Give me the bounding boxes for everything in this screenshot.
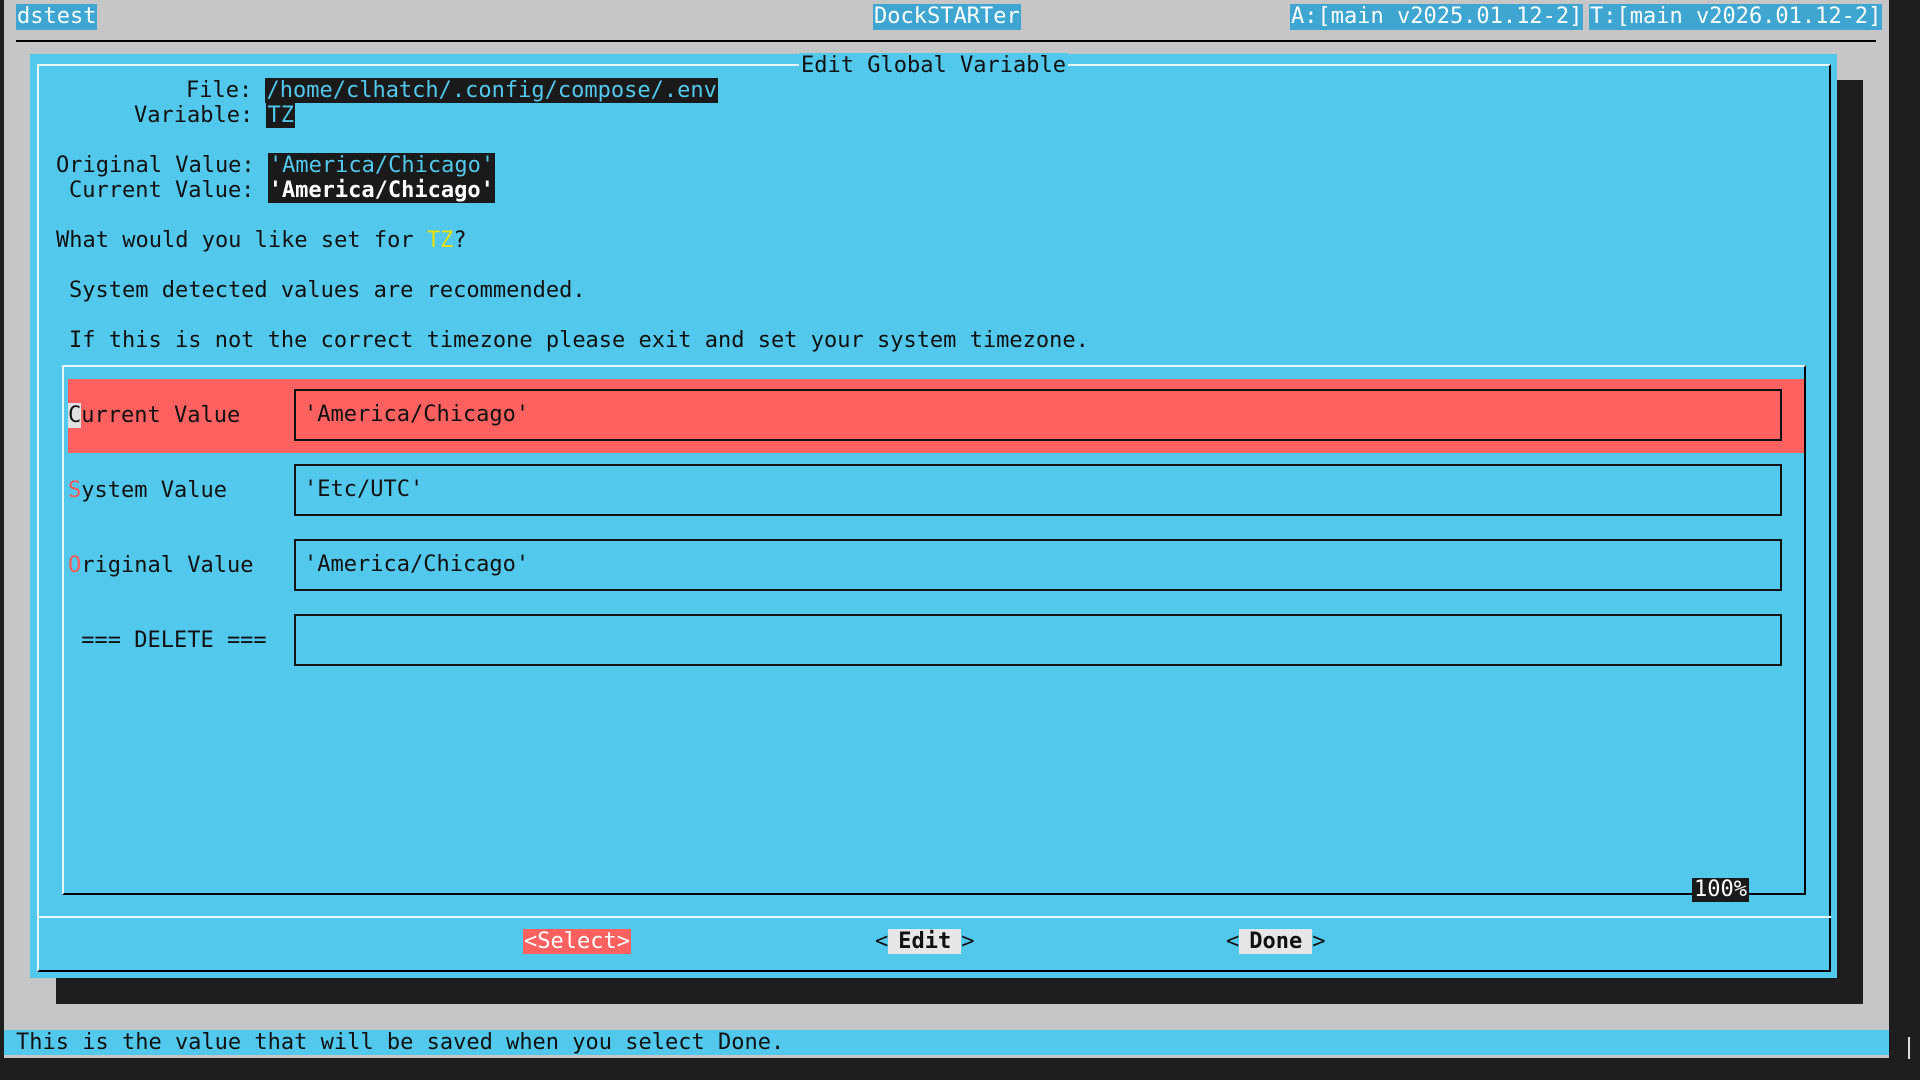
- menu-item-system-value[interactable]: System Value 'Etc/UTC': [68, 454, 1804, 528]
- edit-bracket-right: >: [961, 929, 975, 954]
- menu-item-current-value[interactable]: Current Value 'America/Chicago': [68, 379, 1804, 453]
- original-value-row: Original Value: 'America/Chicago': [56, 153, 496, 178]
- terminal-cursor: [1908, 1037, 1910, 1059]
- select-button-label: <Select>: [523, 929, 631, 954]
- menu-item-hotkey: O: [68, 553, 82, 578]
- menu-item-delete[interactable]: === DELETE ===: [68, 604, 1804, 678]
- variable-row: Variable: TZ: [134, 103, 295, 128]
- menu-item-label: === DELETE ===: [68, 628, 267, 654]
- original-value-label: Original Value:: [56, 153, 255, 178]
- scroll-percent-indicator: 100%: [1692, 877, 1749, 902]
- menu-item-label-text: urrent Value: [81, 403, 241, 428]
- current-value-row: Current Value: 'America/Chicago': [69, 178, 495, 203]
- menu-item-value-field[interactable]: [294, 614, 1782, 666]
- hostname-label: dstest: [16, 4, 98, 30]
- variable-label: Variable:: [134, 103, 254, 128]
- template-version-badge: T:[main v2026.01.12-2]: [1589, 4, 1883, 30]
- file-label: File:: [186, 78, 253, 103]
- question-suffix: ?: [453, 228, 467, 253]
- app-title: DockSTARTer: [873, 4, 1021, 30]
- original-value-text: 'America/Chicago': [267, 153, 496, 178]
- dialog-title: Edit Global Variable: [799, 53, 1068, 78]
- menu-item-hotkey: C: [68, 403, 82, 428]
- edit-bracket-left: <: [875, 929, 889, 954]
- app-version-badge: A:[main v2025.01.12-2]: [1290, 4, 1584, 30]
- question-prefix: What would you like set for: [56, 228, 427, 253]
- edit-button[interactable]: < Edit >: [875, 928, 974, 956]
- question-text: What would you like set for TZ?: [56, 228, 467, 253]
- menu-item-label: Current Value: [68, 403, 240, 429]
- terminal-screen: dstest DockSTARTer A:[main v2025.01.12-2…: [0, 0, 1920, 1080]
- menu-item-hotkey: S: [68, 478, 82, 503]
- menu-item-value-field[interactable]: 'Etc/UTC': [294, 464, 1782, 516]
- menu-item-value-field[interactable]: 'America/Chicago': [294, 389, 1782, 441]
- button-separator: [37, 916, 1831, 918]
- select-button[interactable]: <Select>: [523, 928, 631, 956]
- variable-value: TZ: [266, 103, 295, 128]
- menu-item-label: Original Value: [68, 553, 253, 579]
- edit-variable-dialog: Edit Global Variable File: /home/clhatch…: [30, 53, 1837, 978]
- status-bar: This is the value that will be saved whe…: [4, 1030, 1889, 1055]
- timezone-note: If this is not the correct timezone plea…: [69, 328, 1089, 353]
- recommendation-note: System detected values are recommended.: [69, 278, 586, 303]
- done-bracket-left: <: [1226, 929, 1240, 954]
- done-bracket-right: >: [1312, 929, 1326, 954]
- menu-item-label-text: === DELETE ===: [68, 628, 267, 653]
- menu-item-label-text: riginal Value: [81, 553, 254, 578]
- menu-item-value-field[interactable]: 'America/Chicago': [294, 539, 1782, 591]
- menu-item-original-value[interactable]: Original Value 'America/Chicago': [68, 529, 1804, 603]
- done-button-label: Done: [1239, 929, 1313, 954]
- file-value: /home/clhatch/.config/compose/.env: [265, 78, 718, 103]
- file-row: File: /home/clhatch/.config/compose/.env: [186, 78, 718, 103]
- current-value-text: 'America/Chicago': [267, 178, 495, 203]
- menu-item-label: System Value: [68, 478, 227, 504]
- menu-item-label-text: ystem Value: [81, 478, 227, 503]
- question-variable: TZ: [426, 228, 454, 253]
- top-divider: [16, 40, 1876, 42]
- done-button[interactable]: < Done >: [1226, 928, 1325, 956]
- edit-button-label: Edit: [888, 929, 962, 954]
- current-value-label: Current Value:: [69, 178, 255, 203]
